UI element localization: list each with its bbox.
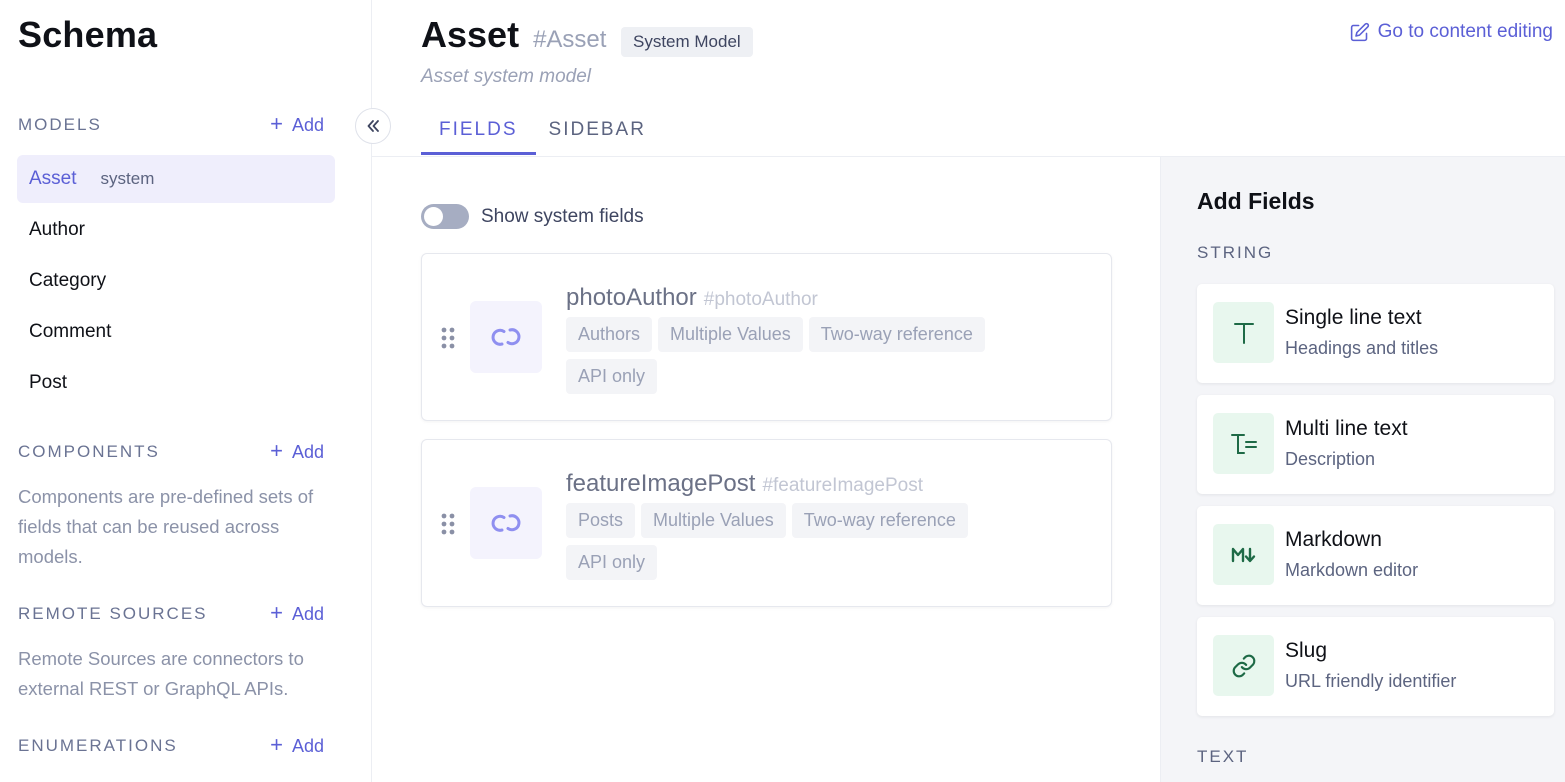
field-card-feature-image-post[interactable]: featureImagePost #featureImagePost Posts… <box>421 439 1112 607</box>
enumerations-section-header: ENUMERATIONS + Add <box>18 734 324 758</box>
sidebar-item-category[interactable]: Category <box>17 257 335 305</box>
reference-link-icon <box>470 487 542 559</box>
sidebar-item-post[interactable]: Post <box>17 359 335 407</box>
text-section-label: TEXT <box>1197 747 1249 766</box>
sidebar-item-comment[interactable]: Comment <box>17 308 335 356</box>
system-tag: system <box>100 169 155 188</box>
plus-icon: + <box>270 732 283 757</box>
drag-handle-icon[interactable] <box>440 326 456 355</box>
field-api-id: #photoAuthor <box>703 289 818 310</box>
collapse-sidebar-button[interactable] <box>355 108 391 144</box>
field-type-title: Markdown <box>1285 528 1382 551</box>
field-title: photoAuthor #photoAuthor <box>566 284 818 312</box>
remote-sources-section-header: REMOTE SOURCES + Add <box>18 602 324 626</box>
models-label: MODELS <box>18 115 102 134</box>
add-remote-source-button[interactable]: + Add <box>270 600 324 625</box>
plus-icon: + <box>270 438 283 463</box>
chip-reference-model: Posts <box>566 503 636 538</box>
remote-sources-description: Remote Sources are connectors to externa… <box>18 648 304 699</box>
schema-tabs: FIELDS SIDEBAR <box>421 108 664 155</box>
tab-fields[interactable]: FIELDS <box>421 108 536 155</box>
field-title: featureImagePost #featureImagePost <box>566 470 923 498</box>
add-model-button[interactable]: + Add <box>270 111 324 136</box>
add-markdown-button[interactable]: Markdown Markdown editor <box>1197 506 1554 605</box>
chip-multiple-values: Multiple Values <box>658 317 803 352</box>
string-section-label: STRING <box>1197 243 1274 262</box>
slug-link-icon <box>1213 635 1274 696</box>
plus-icon: + <box>270 111 283 136</box>
add-enumeration-button[interactable]: + Add <box>270 732 324 757</box>
multiline-text-icon <box>1213 413 1274 474</box>
add-multi-line-text-button[interactable]: Multi line text Description <box>1197 395 1554 494</box>
field-type-description: URL friendly identifier <box>1285 671 1457 691</box>
edit-icon <box>1350 22 1369 41</box>
components-label: COMPONENTS <box>18 442 160 461</box>
components-description: Components are pre-defined sets of field… <box>18 486 314 567</box>
chip-api-only: API only <box>566 545 658 580</box>
text-t-icon <box>1213 302 1274 363</box>
field-type-description: Markdown editor <box>1285 560 1419 580</box>
field-card-photo-author[interactable]: photoAuthor #photoAuthor Authors Multipl… <box>421 253 1112 421</box>
field-name: photoAuthor <box>566 284 697 311</box>
field-type-title: Slug <box>1285 639 1328 662</box>
chevrons-left-icon <box>367 120 379 132</box>
chip-two-way-reference: Two-way reference <box>808 317 985 352</box>
reference-link-icon <box>470 301 542 373</box>
sidebar-item-label: Category <box>29 270 107 291</box>
field-name: featureImagePost <box>566 470 756 497</box>
field-type-title: Multi line text <box>1285 417 1408 440</box>
add-slug-button[interactable]: Slug URL friendly identifier <box>1197 617 1554 716</box>
add-fields-panel: Add Fields STRING Single line text Headi… <box>1160 157 1565 782</box>
add-remote-source-label: Add <box>291 603 324 624</box>
system-model-badge: System Model <box>621 27 753 57</box>
add-model-label: Add <box>291 114 324 135</box>
sidebar-item-label: Author <box>29 219 85 240</box>
chip-reference-model: Authors <box>566 317 653 352</box>
go-to-content-editing-label: Go to content editing <box>1377 21 1553 42</box>
sidebar-item-author[interactable]: Author <box>17 206 335 254</box>
sidebar-item-asset[interactable]: Asset system <box>17 155 335 203</box>
show-system-fields-toggle[interactable] <box>421 204 469 229</box>
field-type-description: Description <box>1285 449 1376 469</box>
add-single-line-text-button[interactable]: Single line text Headings and titles <box>1197 284 1554 383</box>
drag-handle-icon[interactable] <box>440 512 456 541</box>
sidebar-title: Schema <box>18 14 158 55</box>
field-chips: Authors Multiple Values Two-way referenc… <box>566 317 1036 394</box>
components-section-header: COMPONENTS + Add <box>18 440 324 464</box>
chip-api-only: API only <box>566 359 658 394</box>
field-api-id: #featureImagePost <box>762 475 923 496</box>
plus-icon: + <box>270 600 283 625</box>
model-description: Asset system model <box>421 66 591 87</box>
add-fields-title: Add Fields <box>1197 188 1315 214</box>
schema-sidebar: Schema MODELS + Add Asset system Author … <box>0 0 372 782</box>
show-system-fields-label: Show system fields <box>481 205 644 227</box>
enumerations-label: ENUMERATIONS <box>18 736 178 755</box>
chip-two-way-reference: Two-way reference <box>791 503 968 538</box>
sidebar-item-label: Post <box>29 372 68 393</box>
field-chips: Posts Multiple Values Two-way reference … <box>566 503 1036 580</box>
remote-sources-label: REMOTE SOURCES <box>18 604 208 623</box>
add-enumeration-label: Add <box>291 735 324 756</box>
go-to-content-editing-link[interactable]: Go to content editing <box>1349 21 1553 43</box>
models-section-header: MODELS + Add <box>18 113 324 137</box>
model-heading: Asset #Asset <box>421 14 606 56</box>
tab-sidebar[interactable]: SIDEBAR <box>531 108 664 155</box>
page-title: Asset <box>421 14 520 55</box>
model-api-id: #Asset <box>533 26 607 53</box>
add-component-label: Add <box>291 441 324 462</box>
toggle-knob <box>424 207 443 226</box>
sidebar-item-label: Comment <box>29 321 112 342</box>
field-type-description: Headings and titles <box>1285 338 1439 358</box>
chip-multiple-values: Multiple Values <box>641 503 786 538</box>
field-type-title: Single line text <box>1285 306 1422 329</box>
add-component-button[interactable]: + Add <box>270 438 324 463</box>
sidebar-item-label: Asset <box>29 168 77 189</box>
markdown-icon <box>1213 524 1274 585</box>
show-system-fields-toggle-row[interactable]: Show system fields <box>421 204 644 229</box>
